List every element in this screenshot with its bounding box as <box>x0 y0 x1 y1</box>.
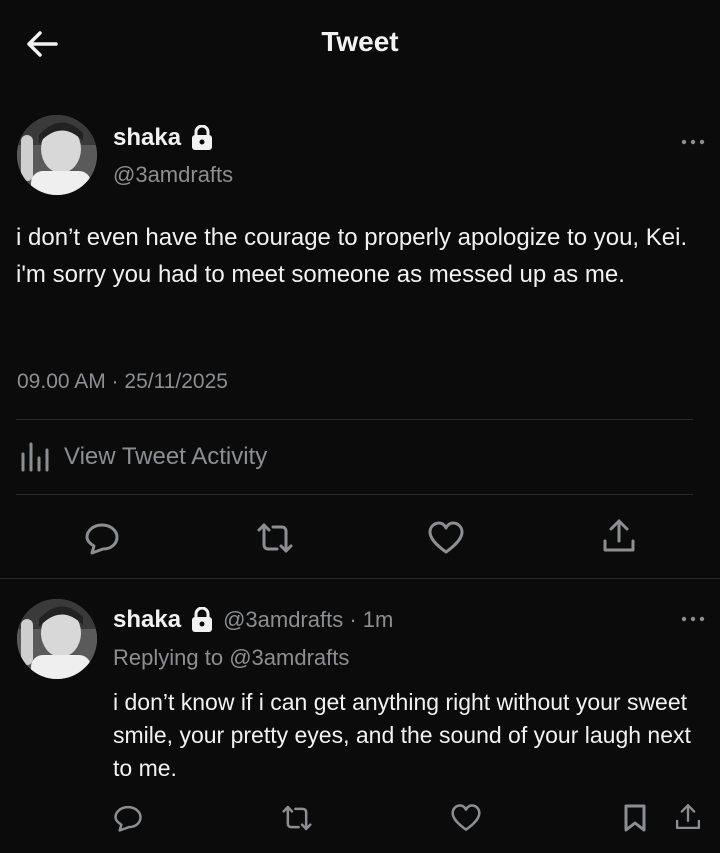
view-activity-label: View Tweet Activity <box>64 443 268 470</box>
reply-handle-time[interactable]: @3amdrafts · 1m <box>223 607 393 633</box>
share-icon <box>603 519 635 552</box>
page-title: Tweet <box>321 26 399 57</box>
author-handle[interactable]: @3amdrafts <box>113 162 233 188</box>
lock-icon <box>192 125 213 150</box>
activity-bars-icon <box>21 442 49 472</box>
retweet-button[interactable] <box>255 518 295 558</box>
divider <box>16 419 693 420</box>
share-icon <box>675 804 701 830</box>
reply-author-name[interactable]: shaka <box>113 606 181 634</box>
reply-like-button[interactable] <box>446 798 486 838</box>
more-icon <box>681 616 705 622</box>
replying-to: Replying to @3amdrafts <box>113 645 349 671</box>
like-icon <box>451 804 481 831</box>
bookmark-button[interactable] <box>615 798 655 838</box>
reply-icon <box>85 523 119 555</box>
more-icon <box>681 139 705 145</box>
reply-more-button[interactable] <box>680 609 706 634</box>
reply-text: i don’t know if i can get anything right… <box>113 689 691 781</box>
view-activity-button[interactable]: View Tweet Activity <box>18 440 267 474</box>
share-button[interactable] <box>599 516 639 556</box>
author-name[interactable]: shaka <box>113 124 181 152</box>
retweet-icon <box>282 805 312 831</box>
more-button[interactable] <box>680 132 706 157</box>
tweet-text: i don’t even have the courage to properl… <box>16 224 688 288</box>
tweet-timestamp: 09.00 AM · 25/11/2025 <box>17 370 228 393</box>
retweet-icon <box>257 523 293 553</box>
divider <box>0 578 720 579</box>
reply-avatar[interactable] <box>17 599 97 679</box>
reply-retweet-button[interactable] <box>277 798 317 838</box>
like-icon <box>428 521 464 554</box>
avatar[interactable] <box>17 115 97 195</box>
divider <box>16 494 693 495</box>
like-button[interactable] <box>426 518 466 558</box>
replying-to-label: Replying to <box>113 645 224 670</box>
reply-share-button[interactable] <box>668 797 708 837</box>
reply-button[interactable] <box>82 518 122 558</box>
reply-reply-button[interactable] <box>108 798 148 838</box>
lock-icon <box>192 607 213 632</box>
reply-icon <box>114 805 142 832</box>
bookmark-icon <box>624 804 646 832</box>
replying-to-handle[interactable]: @3amdrafts <box>229 645 349 670</box>
